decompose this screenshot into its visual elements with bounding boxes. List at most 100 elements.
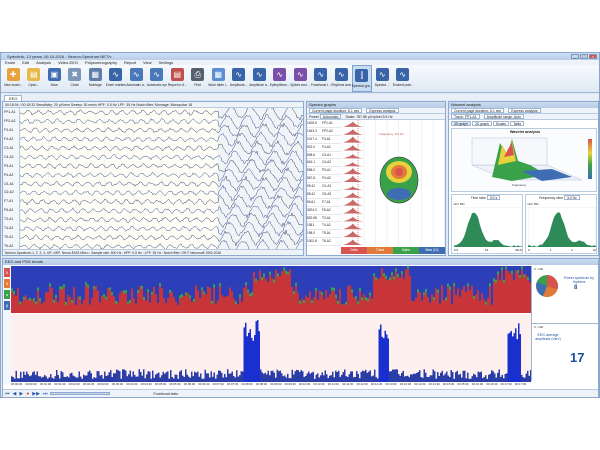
epileptiform-button[interactable]: ∿ Epileptiform... <box>270 65 291 92</box>
rhythm-trend-bar <box>11 291 13 313</box>
rhythm-trend-bar <box>351 289 353 293</box>
functional-tests-button[interactable]: ∿ Functional t... <box>311 65 332 92</box>
spikes-button[interactable]: ∿ Spikes and ... <box>290 65 311 92</box>
spectra-channel-row[interactable]: 99.42 O1-A1 <box>307 183 341 191</box>
spectral-graph-button[interactable]: ⫿ Spectral gra... <box>351 65 372 92</box>
wavelet-tab-2dgraph[interactable]: 2D graph <box>471 121 492 126</box>
eeg-channel-label[interactable]: F4-A2 <box>4 137 19 141</box>
montage-button[interactable]: ▦ Montage <box>85 65 106 92</box>
spectra-channel-row[interactable]: 1002.8 T6-A2 <box>307 238 341 246</box>
print-button[interactable]: ⎙ Print <box>188 65 209 92</box>
eeg-channel-label[interactable]: P3-A1 <box>4 164 19 168</box>
close-window-button[interactable]: × <box>589 54 597 59</box>
spectra-channel-row[interactable]: 1081 T4-A2 <box>307 222 341 231</box>
rhythm-trend-bar <box>437 292 439 313</box>
eeg-channel-label[interactable]: F7-A1 <box>4 199 19 203</box>
spectra-channel-row[interactable]: 98.42 O2-A2 <box>307 191 341 199</box>
spectra-channel-row[interactable]: 96.61 F7-A1 <box>307 199 341 207</box>
spectra-analysis-select[interactable]: Express analysis <box>366 108 399 113</box>
rhythm-trend-bar <box>407 268 409 313</box>
first-page-icon[interactable]: ⏮ <box>5 391 10 397</box>
rhythm-trend-bar <box>219 286 221 313</box>
wavelet-tab-3dgraph[interactable]: 3D graph <box>451 121 471 126</box>
eeg-channel-label[interactable]: T3-A1 <box>4 217 19 221</box>
range-select[interactable]: Amplitude range: Auto <box>483 114 525 119</box>
prev-page-icon[interactable]: ◀ <box>13 391 17 397</box>
spectra-channel-row[interactable]: 3204.0 F8-A2 <box>307 207 341 215</box>
trace-select[interactable]: Trace: FP1-A1 <box>451 114 480 119</box>
rhythm-trend-bar <box>283 267 285 271</box>
eeg-channel-label[interactable]: O2-A2 <box>4 190 19 194</box>
eeg-channel-label[interactable]: FP1-A1 <box>4 110 19 114</box>
amplitude-button[interactable]: ∿ Amplitude... <box>229 65 250 92</box>
evoked-potentials-button[interactable]: ∿ Evoked pote... <box>393 65 414 92</box>
wavelet-tab-table[interactable]: Table <box>510 121 525 126</box>
eeg-channel-label[interactable]: T6-A2 <box>4 244 19 248</box>
eeg-channel-label[interactable]: FP2-A2 <box>4 119 19 123</box>
eeg-channel-label[interactable]: C3-A1 <box>4 146 19 150</box>
spectra-duration-select[interactable]: Current page duration: 6.1 sec <box>309 108 363 113</box>
eeg-channel-label[interactable]: O1-A1 <box>4 182 19 186</box>
close-file-button[interactable]: ✖ Close <box>65 65 86 92</box>
amplitude-analysis-button[interactable]: ∿ Amplitude a... <box>249 65 270 92</box>
record-icon[interactable]: ● <box>26 391 29 397</box>
eeg-channel-label[interactable]: P4-A2 <box>4 173 19 177</box>
work-table-button[interactable]: ▦ Work table i... <box>208 65 229 92</box>
minimize-button[interactable]: _ <box>571 54 579 59</box>
power-mode-select[interactable]: Automatic <box>319 114 342 119</box>
rhythm-trend-bar <box>517 269 519 273</box>
automatic-analysis-button[interactable]: ∿ Automatic a... <box>126 65 147 92</box>
wavelet-duration-select[interactable]: Current page duration: 6.1 sec <box>451 108 505 113</box>
eeg-channel-label[interactable]: C4-A2 <box>4 155 19 159</box>
eeg-channel-label[interactable]: T5-A1 <box>4 235 19 239</box>
new-exam-button[interactable]: ✚ New exam... <box>3 65 24 92</box>
brain-map <box>379 156 419 204</box>
spectra-channel-row[interactable]: 922.0 F4-A2 <box>307 144 341 152</box>
rhythm-trend-bar <box>181 297 183 313</box>
rhythm-trend-bar <box>355 296 357 300</box>
eeg-traces[interactable] <box>20 108 303 251</box>
play-icon[interactable]: ▶ <box>19 391 23 397</box>
spectra-graph[interactable] <box>341 120 445 246</box>
amplitude-trend-bar <box>167 371 169 382</box>
wavelet-tab-scales[interactable]: Scales <box>492 121 510 126</box>
maximize-button[interactable]: □ <box>580 54 588 59</box>
event-markers-button[interactable]: ∿ Event markers <box>106 65 127 92</box>
amplitude-trend-bar <box>501 374 503 382</box>
spectra-channel-row[interactable]: 1017.4 F3-A1 <box>307 136 341 144</box>
spectra-channel-row[interactable]: 558.0 P3-A1 <box>307 167 341 176</box>
open-folder-button[interactable]: ▤ Open... <box>24 65 45 92</box>
automatic-epoch-button[interactable]: ∿ Automatic epo... <box>147 65 168 92</box>
eeg-channel-label[interactable]: F8-A2 <box>4 208 19 212</box>
report-button[interactable]: ▤ Report to d... <box>167 65 188 92</box>
last-page-icon[interactable]: ⏭ <box>43 391 48 397</box>
amplitude-trend-bar <box>293 374 295 382</box>
rhythm-trend-bar <box>501 267 503 271</box>
freq-slice-select[interactable]: 3.0 Hz <box>563 195 580 200</box>
rhythm-trend-bar <box>225 296 227 313</box>
report-icon: ▤ <box>170 68 184 81</box>
eeg-channel-label[interactable]: T4-A2 <box>4 226 19 230</box>
spectra-channel-row[interactable]: 1405.5 FP1-A1 <box>307 120 341 128</box>
wavelet-analysis-select[interactable]: Express analysis <box>508 108 541 113</box>
rhythm-trend-bar <box>321 295 323 313</box>
rhythm-trend-bar <box>391 275 393 313</box>
trend-graph[interactable] <box>11 266 531 382</box>
spectra-channel-row[interactable]: 616.1 C4-A2 <box>307 159 341 168</box>
next-page-icon[interactable]: ▶▶ <box>32 391 40 397</box>
time-slice-select[interactable]: 3.0 s <box>486 195 501 200</box>
playback-scrollbar[interactable] <box>50 392 111 395</box>
spectra-channel-row[interactable]: 608.6 C3-A1 <box>307 152 341 160</box>
spectra-button[interactable]: ∿ Spectra ... <box>372 65 393 92</box>
spectra-channel-row[interactable]: 198.0 T5-A1 <box>307 230 341 239</box>
eeg-channel-label[interactable]: F3-A1 <box>4 128 19 132</box>
amplitude-trend-bar <box>266 374 268 382</box>
spectra-channel-row[interactable]: 832.68 T3-A1 <box>307 215 341 223</box>
rhythms-button[interactable]: ∿ Rhythms ana... <box>331 65 352 92</box>
playback-bar: ⏮ ◀ ▶ ● ▶▶ ⏭ Functional tests <box>3 389 598 397</box>
save-button[interactable]: ▣ Save <box>44 65 65 92</box>
amplitude-trend-bar <box>60 371 62 382</box>
spectra-channel-row[interactable]: 1453.3 FP2-A2 <box>307 128 341 136</box>
spectra-channel-row[interactable]: 567.8 P4-A2 <box>307 175 341 183</box>
functional-tests-label[interactable]: Functional tests <box>153 392 178 396</box>
